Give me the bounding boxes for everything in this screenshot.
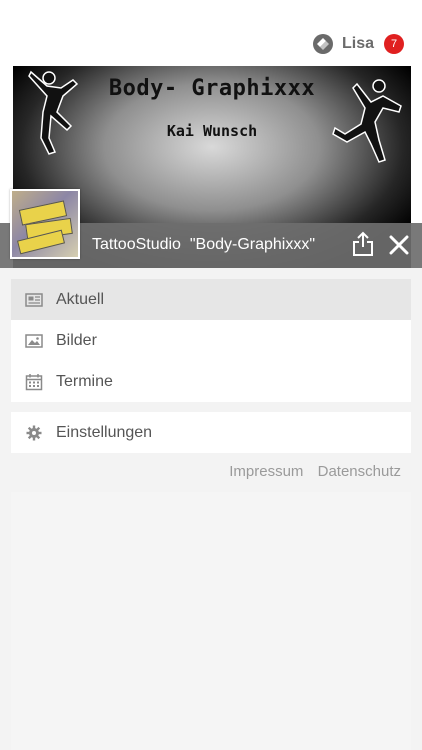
share-icon[interactable] <box>352 231 374 257</box>
page-title: TattooStudio "Body-Graphixxx" <box>92 236 316 253</box>
newspaper-icon <box>25 292 43 307</box>
top-bar: Lisa 7 <box>0 0 422 66</box>
menu-item-label: Aktuell <box>56 290 105 308</box>
image-icon <box>25 333 43 348</box>
impressum-link[interactable]: Impressum <box>229 463 303 480</box>
app-logo-icon <box>312 34 333 54</box>
close-icon[interactable] <box>388 234 410 256</box>
main-menu: Aktuell Bilder Termine <box>11 279 411 402</box>
user-name[interactable]: Lisa <box>342 35 374 53</box>
menu-item-bilder[interactable]: Bilder <box>11 320 411 361</box>
menu-item-label: Termine <box>56 372 113 390</box>
notification-badge[interactable]: 7 <box>384 34 404 54</box>
menu-item-label: Bilder <box>56 331 97 349</box>
menu-item-aktuell[interactable]: Aktuell <box>11 279 411 320</box>
calendar-icon <box>25 373 43 390</box>
datenschutz-link[interactable]: Datenschutz <box>318 463 401 480</box>
menu-item-label: Einstellungen <box>56 423 153 441</box>
studio-thumbnail <box>10 189 80 259</box>
menu-item-termine[interactable]: Termine <box>11 361 411 402</box>
footer-links: Impressum Datenschutz <box>219 463 401 480</box>
user-menu[interactable]: Lisa 7 <box>312 33 404 55</box>
gear-icon <box>26 425 42 440</box>
content-area <box>11 492 411 750</box>
settings-menu: Einstellungen <box>11 412 411 453</box>
dancer-right-icon <box>332 79 402 163</box>
dancer-left-icon <box>28 70 79 155</box>
menu-item-einstellungen[interactable]: Einstellungen <box>11 412 411 453</box>
